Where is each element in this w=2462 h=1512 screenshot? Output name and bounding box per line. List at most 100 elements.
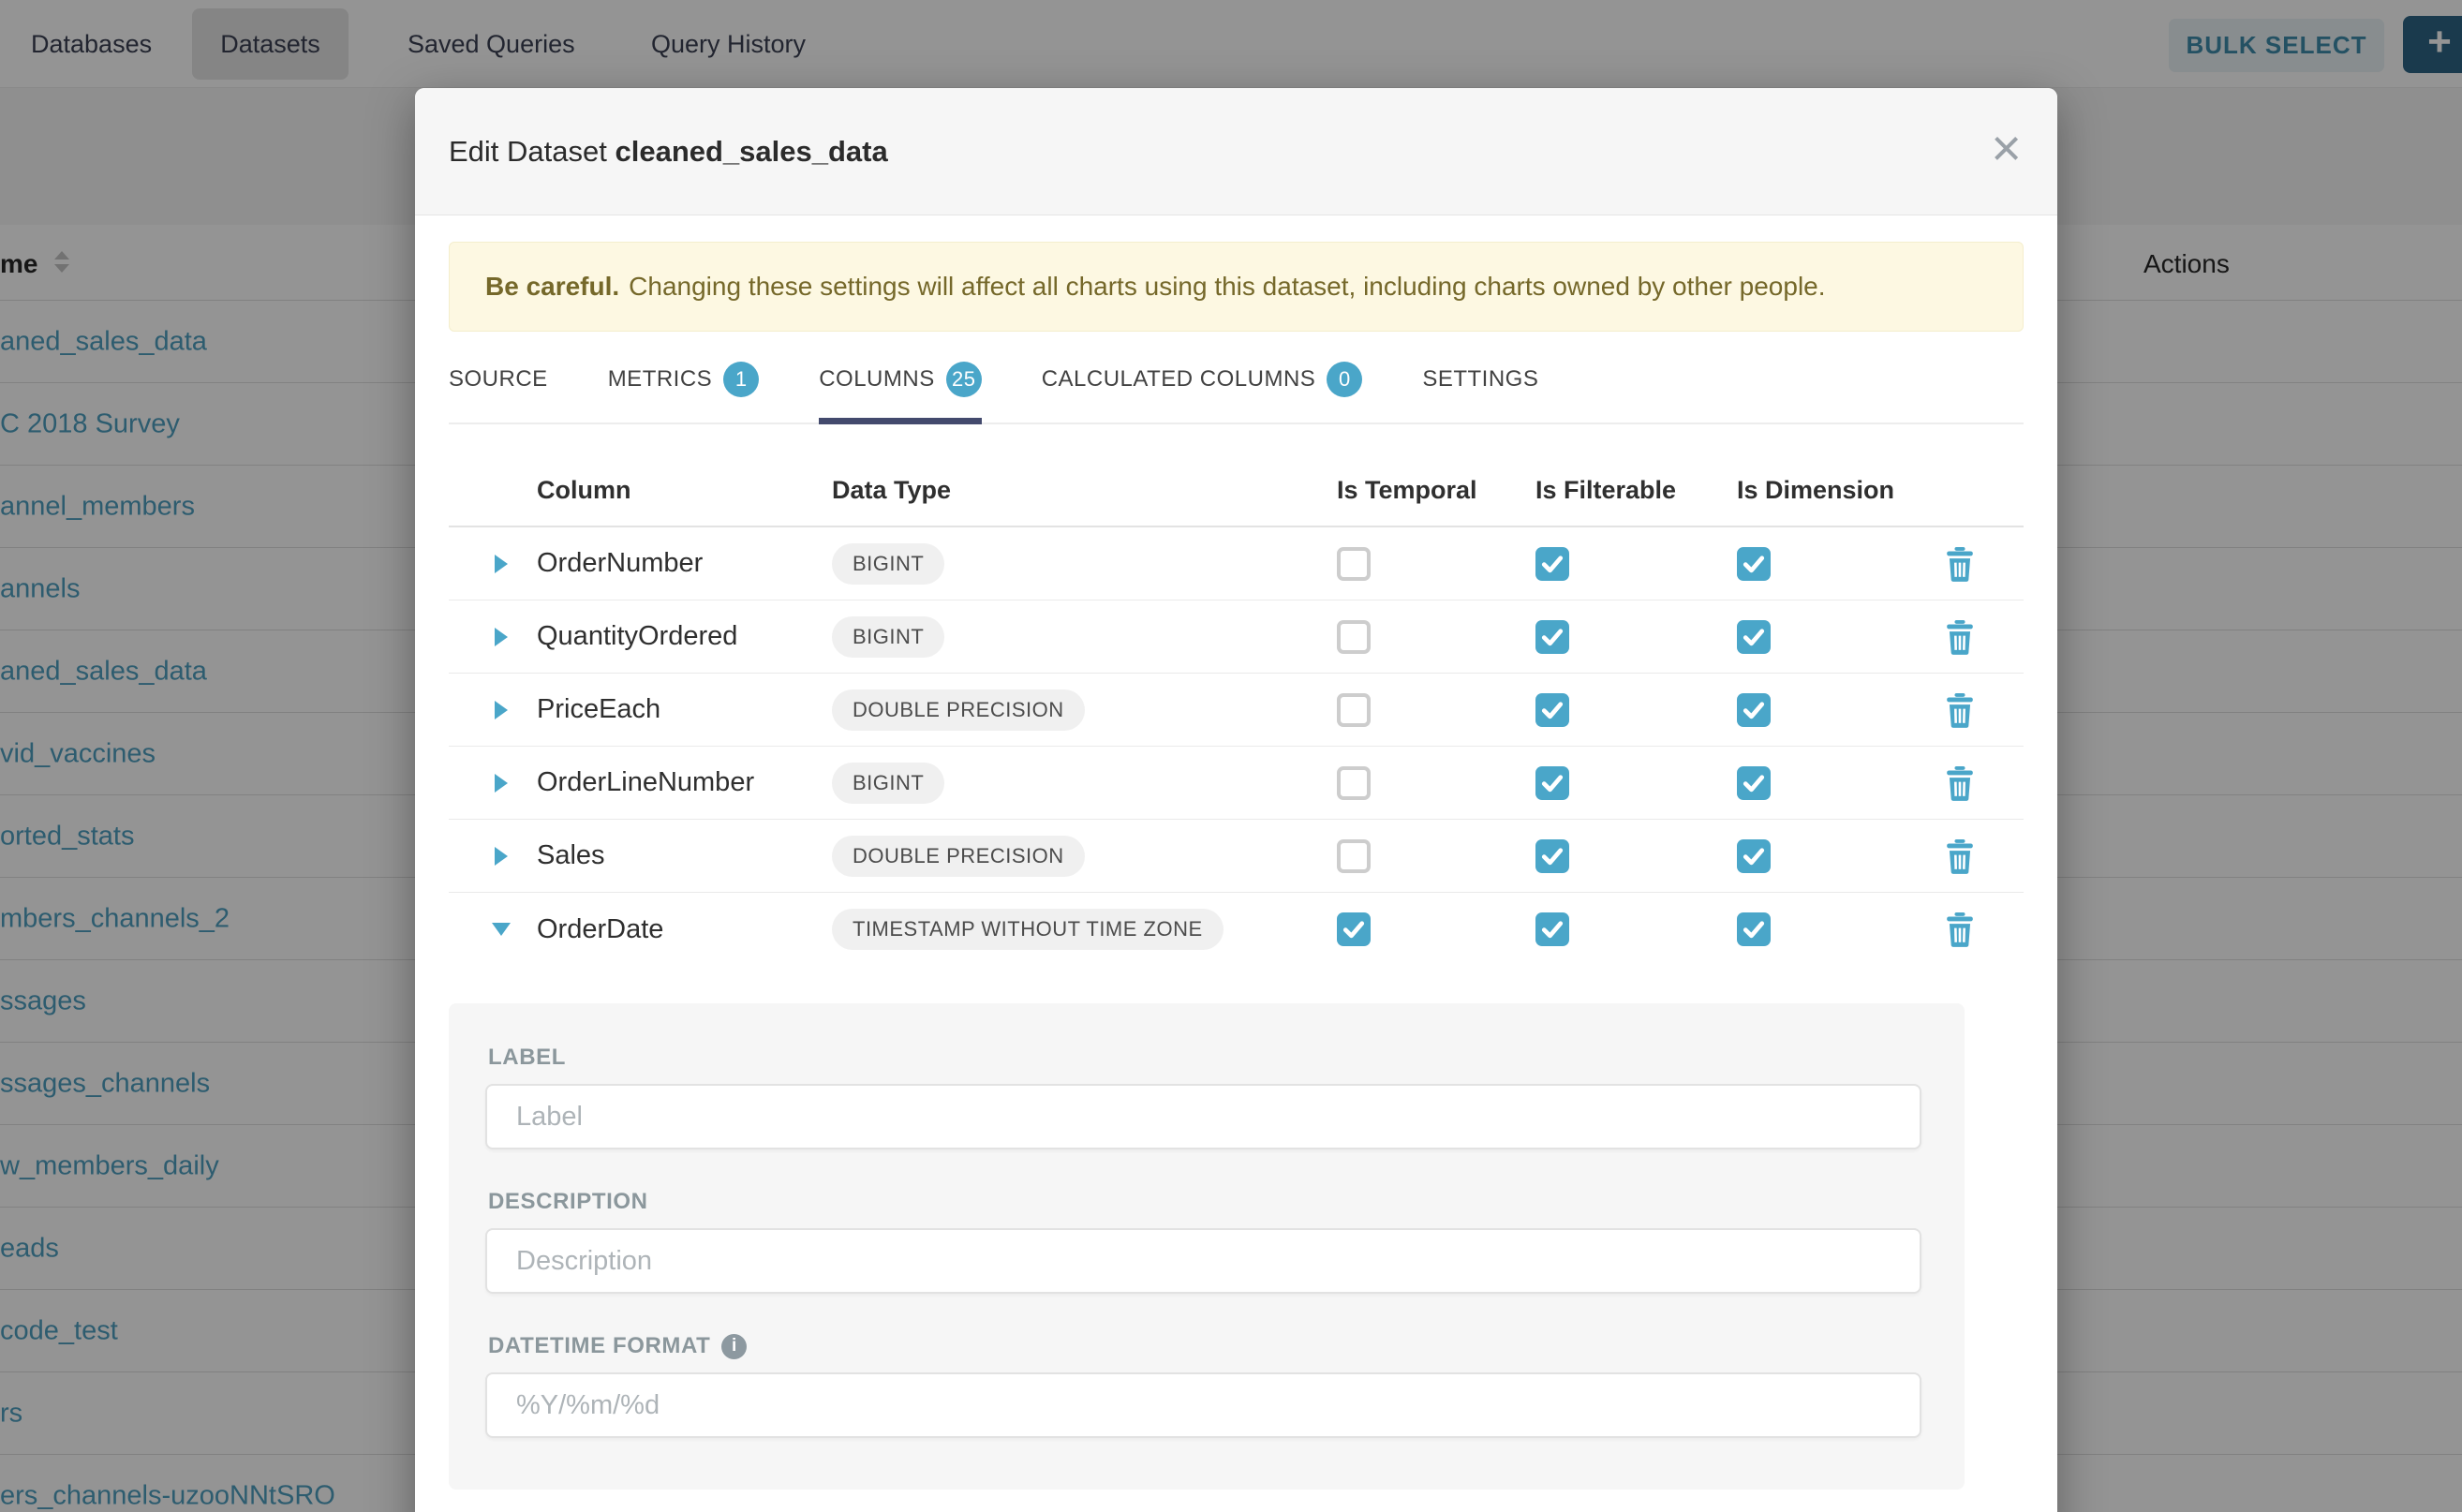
header-is-dimension: Is Dimension [1737,476,1930,505]
table-row: QuantityOrderedBIGINT [449,600,2024,674]
warning-banner: Be careful. Changing these settings will… [449,242,2024,332]
checkbox-is-dimension[interactable] [1737,693,1771,727]
delete-column-button[interactable] [1930,546,1977,582]
data-type-pill: TIMESTAMP WITHOUT TIME ZONE [832,909,1224,950]
delete-column-button[interactable] [1930,838,1977,874]
table-row: OrderNumberBIGINT [449,527,2024,600]
edit-dataset-modal: Edit Dataset cleaned_sales_data × Be car… [415,88,2057,1512]
checkbox-is-filterable[interactable] [1535,912,1569,946]
data-type-pill: DOUBLE PRECISION [832,836,1085,877]
delete-column-button[interactable] [1930,619,1977,655]
field-description: DESCRIPTION [485,1189,1921,1294]
data-type-pill: BIGINT [832,763,944,804]
datetime-format-input[interactable] [485,1372,1921,1438]
field-label: DATETIME FORMAT i [488,1333,1921,1359]
warning-banner-text: Changing these settings will affect all … [629,272,1825,302]
modal-title: Edit Dataset cleaned_sales_data [449,88,888,215]
checkbox-is-filterable[interactable] [1535,620,1569,654]
modal-body: Be careful. Changing these settings will… [415,242,2057,1490]
trash-icon [1943,643,1977,659]
table-row: OrderDateTIMESTAMP WITHOUT TIME ZONE [449,893,2024,966]
data-type-pill: BIGINT [832,616,944,658]
checkbox-is-temporal[interactable] [1337,547,1371,581]
trash-icon [1943,789,1977,805]
tab-label: CALCULATED COLUMNS [1042,366,1316,393]
data-type-pill: DOUBLE PRECISION [832,689,1085,731]
columns-table-header: Column Data Type Is Temporal Is Filterab… [449,454,2024,527]
trash-icon [1943,570,1977,586]
tab-calculated-columns[interactable]: CALCULATED COLUMNS 0 [1042,348,1363,424]
field-label-text: LABEL [488,1045,566,1071]
tab-source[interactable]: SOURCE [449,348,548,424]
field-label: LABEL [485,1045,1921,1149]
table-row: PriceEachDOUBLE PRECISION [449,674,2024,747]
close-icon[interactable]: × [1991,120,2022,176]
header-is-filterable: Is Filterable [1535,476,1737,505]
checkbox-is-dimension[interactable] [1737,839,1771,873]
column-name: PriceEach [537,694,832,725]
table-row: SalesDOUBLE PRECISION [449,820,2024,893]
trash-icon [1943,935,1977,951]
expand-caret-icon[interactable] [495,555,508,573]
column-name: QuantityOrdered [537,621,832,652]
columns-table: Column Data Type Is Temporal Is Filterab… [449,454,2024,966]
column-name: OrderLineNumber [537,767,832,798]
table-row: OrderLineNumberBIGINT [449,747,2024,820]
modal-title-dataset-name: cleaned_sales_data [615,135,887,168]
field-label: DESCRIPTION [488,1189,1921,1215]
header-data-type: Data Type [832,476,1337,505]
trash-icon [1943,716,1977,732]
columns-table-rows: OrderNumberBIGINTQuantityOrderedBIGINTPr… [449,527,2024,966]
checkbox-is-temporal[interactable] [1337,912,1371,946]
label-input[interactable] [485,1084,1921,1149]
tab-label: COLUMNS [819,366,935,393]
checkbox-is-temporal[interactable] [1337,620,1371,654]
field-label: LABEL [488,1045,1921,1071]
delete-column-button[interactable] [1930,765,1977,801]
checkbox-is-filterable[interactable] [1535,839,1569,873]
modal-tabs: SOURCE METRICS 1 COLUMNS 25 CALCULATED COLUMN… [449,348,2024,424]
tab-metrics[interactable]: METRICS 1 [608,348,760,424]
warning-banner-bold: Be careful. [485,272,619,302]
modal-title-prefix: Edit Dataset [449,135,615,168]
checkbox-is-filterable[interactable] [1535,547,1569,581]
checkbox-is-dimension[interactable] [1737,912,1771,946]
checkbox-is-temporal[interactable] [1337,693,1371,727]
app: DatabasesDatasetsSaved QueriesQuery Hist… [0,0,2462,1512]
data-type-pill: BIGINT [832,543,944,585]
tab-count-badge: 1 [723,362,759,397]
modal-header: Edit Dataset cleaned_sales_data × [415,88,2057,215]
field-label-text: DESCRIPTION [488,1189,648,1215]
tab-columns[interactable]: COLUMNS 25 [819,348,982,424]
header-is-temporal: Is Temporal [1337,476,1535,505]
column-detail-panel: LABEL DESCRIPTION DATETIME FORMAT i [449,1003,1965,1490]
expand-caret-icon[interactable] [495,628,508,646]
checkbox-is-dimension[interactable] [1737,547,1771,581]
field-datetime-format: DATETIME FORMAT i [485,1333,1921,1438]
expand-caret-icon[interactable] [495,774,508,793]
tab-settings[interactable]: SETTINGS [1422,348,1538,424]
tab-label: SOURCE [449,366,548,393]
column-name: Sales [537,840,832,871]
checkbox-is-filterable[interactable] [1535,693,1569,727]
info-icon[interactable]: i [721,1334,747,1359]
checkbox-is-dimension[interactable] [1737,766,1771,800]
checkbox-is-filterable[interactable] [1535,766,1569,800]
trash-icon [1943,862,1977,878]
tab-count-badge: 25 [946,362,982,397]
checkbox-is-temporal[interactable] [1337,766,1371,800]
checkbox-is-temporal[interactable] [1337,839,1371,873]
header-column: Column [537,476,832,505]
delete-column-button[interactable] [1930,692,1977,728]
tab-label: SETTINGS [1422,366,1538,393]
field-label-text: DATETIME FORMAT [488,1333,710,1359]
checkbox-is-dimension[interactable] [1737,620,1771,654]
tab-count-badge: 0 [1327,362,1362,397]
column-name: OrderNumber [537,548,832,579]
expand-caret-icon[interactable] [495,847,508,866]
expand-caret-icon[interactable] [495,701,508,719]
description-input[interactable] [485,1228,1921,1294]
tab-label: METRICS [608,366,713,393]
collapse-caret-icon[interactable] [492,923,511,936]
delete-column-button[interactable] [1930,912,1977,947]
